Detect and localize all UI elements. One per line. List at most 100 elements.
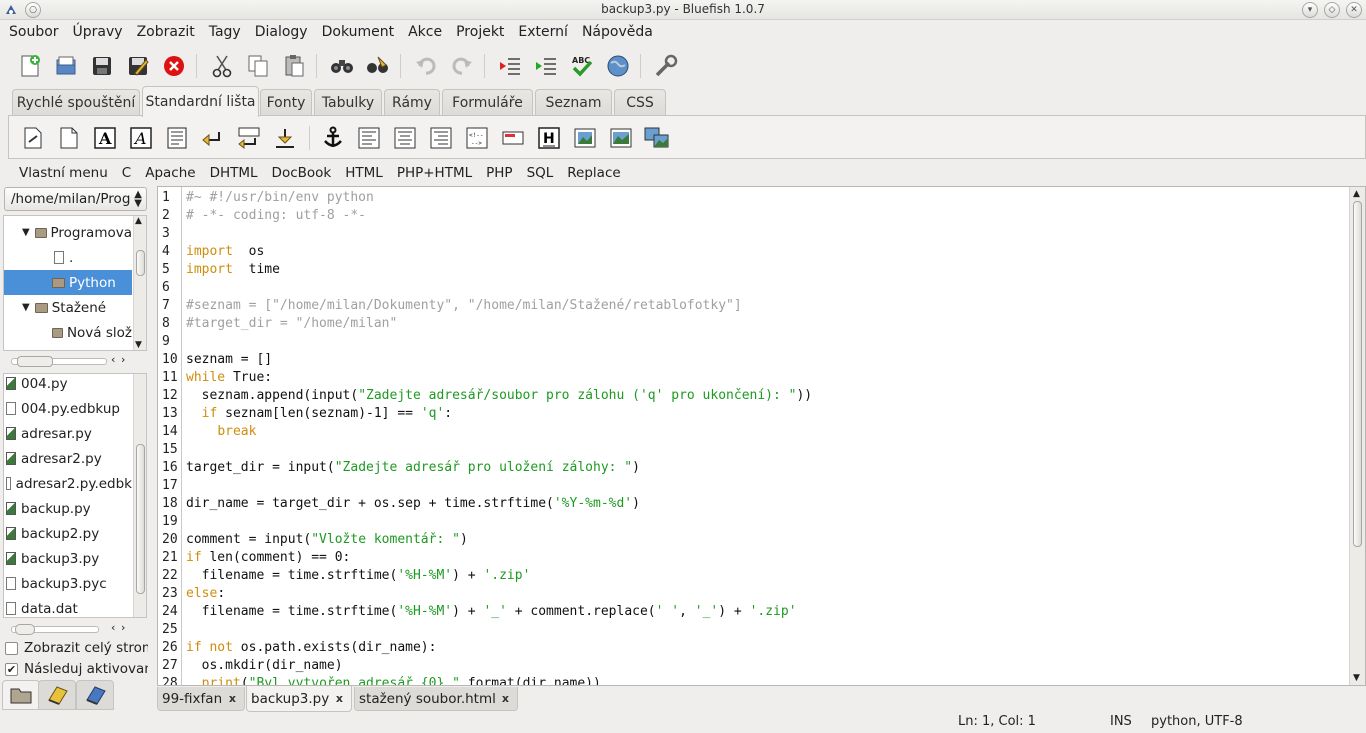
file-row[interactable]: adresar2.py.edbk [4, 471, 132, 496]
tab-seznam[interactable]: Seznam [535, 89, 612, 116]
menu-dokument[interactable]: Dokument [315, 24, 402, 40]
code-line[interactable]: filename = time.strftime('%H-%M') + '.zi… [186, 567, 531, 585]
bold-icon[interactable]: A [91, 124, 119, 152]
file-row[interactable]: backup3.pyc [4, 571, 132, 596]
close-tab-icon[interactable]: x [336, 692, 343, 705]
unindent-icon[interactable] [494, 50, 526, 82]
code-line[interactable]: filename = time.strftime('%H-%M') + '_' … [186, 603, 797, 621]
close-window-button[interactable]: ✕ [1346, 2, 1362, 18]
custom-menu-php-html[interactable]: PHP+HTML [390, 165, 479, 181]
tab-ramy[interactable]: Rámy [384, 89, 440, 116]
align-center-icon[interactable] [391, 124, 419, 152]
editor-vertical-scrollbar[interactable]: ▲ ▼ [1349, 187, 1365, 685]
code-line[interactable]: if seznam[len(seznam)-1] == 'q': [186, 405, 452, 423]
undo-icon[interactable] [410, 50, 442, 82]
code-line[interactable]: target_dir = input("Zadejte adresář pro … [186, 459, 640, 477]
save-as-icon[interactable] [122, 50, 154, 82]
spellcheck-icon[interactable]: ABC [566, 50, 598, 82]
filebrowser-tab[interactable] [2, 680, 40, 710]
expander-icon[interactable]: ▼ [22, 227, 30, 238]
tab-formulare[interactable]: Formuláře [442, 89, 533, 116]
menu-tagy[interactable]: Tagy [202, 24, 248, 40]
preferences-icon[interactable] [650, 50, 682, 82]
custom-menu-dhtml[interactable]: DHTML [203, 165, 265, 181]
heading-icon[interactable]: H [535, 124, 563, 152]
code-line[interactable]: #target_dir = "/home/milan" [186, 315, 397, 333]
scroll-left-icon[interactable]: ‹ [111, 621, 115, 634]
multi-thumbnail-icon[interactable] [643, 124, 671, 152]
scroll-right-icon[interactable]: › [121, 621, 125, 634]
open-icon[interactable] [50, 50, 82, 82]
custom-menu-docbook[interactable]: DocBook [265, 165, 339, 181]
close-tab-icon[interactable]: x [229, 692, 236, 705]
code-line[interactable]: if not os.path.exists(dir_name): [186, 639, 436, 657]
find-icon[interactable] [326, 50, 358, 82]
cut-icon[interactable] [206, 50, 238, 82]
new-file-icon[interactable] [14, 50, 46, 82]
menu-upravy[interactable]: Úpravy [66, 24, 130, 40]
minimize-button[interactable]: ▾ [1302, 2, 1318, 18]
close-icon[interactable] [158, 50, 190, 82]
show-full-tree-checkbox[interactable] [5, 642, 18, 655]
code-line[interactable]: else: [186, 585, 225, 603]
file-list-horizontal-scrollbar[interactable]: ‹ › [3, 621, 147, 637]
custom-menu-c[interactable]: C [115, 165, 138, 181]
scroll-right-icon[interactable]: › [121, 353, 125, 366]
email-icon[interactable] [499, 124, 527, 152]
tab-css[interactable]: CSS [614, 89, 666, 116]
code-line[interactable]: os.mkdir(dir_name) [186, 657, 343, 675]
file-row[interactable]: 004.py.edbkup [4, 396, 132, 421]
scroll-thumb[interactable] [17, 356, 53, 367]
scroll-thumb[interactable] [136, 444, 145, 594]
code-line[interactable]: #~ #!/usr/bin/env python [186, 189, 374, 207]
break-clear-icon[interactable] [235, 124, 263, 152]
menu-externi[interactable]: Externí [511, 24, 575, 40]
menu-zobrazit[interactable]: Zobrazit [130, 24, 202, 40]
replace-icon[interactable] [362, 50, 394, 82]
tree-row[interactable]: . [4, 245, 132, 270]
reference-tab[interactable] [76, 680, 114, 710]
doc-tab-backup3[interactable]: backup3.py x [246, 686, 352, 712]
menu-akce[interactable]: Akce [401, 24, 449, 40]
scroll-left-icon[interactable]: ‹ [111, 353, 115, 366]
file-row[interactable]: backup.py [4, 496, 132, 521]
file-row[interactable]: backup3.py [4, 546, 132, 571]
anchor-icon[interactable] [319, 124, 347, 152]
redo-icon[interactable] [446, 50, 478, 82]
custom-menu-replace[interactable]: Replace [560, 165, 627, 181]
copy-icon[interactable] [242, 50, 274, 82]
file-row[interactable]: adresar2.py [4, 446, 132, 471]
indent-icon[interactable] [530, 50, 562, 82]
code-line[interactable]: comment = input("Vložte komentář: ") [186, 531, 468, 549]
paste-icon[interactable] [278, 50, 310, 82]
tree-horizontal-scrollbar[interactable]: ‹ › [3, 353, 147, 369]
code-line[interactable]: while True: [186, 369, 272, 387]
file-row[interactable]: 004.py [4, 374, 132, 396]
code-line[interactable]: break [186, 423, 256, 441]
align-left-icon[interactable] [355, 124, 383, 152]
tab-tabulky[interactable]: Tabulky [314, 89, 382, 116]
expander-icon[interactable]: ▼ [22, 302, 30, 313]
menu-dialogy[interactable]: Dialogy [248, 24, 315, 40]
code-line[interactable]: import os [186, 243, 264, 261]
menu-napoveda[interactable]: Nápověda [575, 24, 660, 40]
close-tab-icon[interactable]: x [502, 692, 509, 705]
body-icon[interactable] [55, 124, 83, 152]
code-line[interactable]: dir_name = target_dir + os.sep + time.st… [186, 495, 640, 513]
doc-tab-99-fixfan[interactable]: 99-fixfan x [157, 687, 245, 711]
scroll-thumb[interactable] [1353, 201, 1362, 547]
scroll-thumb[interactable] [15, 624, 35, 635]
nbsp-icon[interactable] [271, 124, 299, 152]
tab-standardni-lista[interactable]: Standardní lišta [142, 86, 259, 117]
code-line[interactable]: #seznam = ["/home/milan/Dokumenty", "/ho… [186, 297, 742, 315]
italic-icon[interactable]: A [127, 124, 155, 152]
file-row[interactable]: backup2.py [4, 521, 132, 546]
scroll-up-icon[interactable]: ▲ [135, 216, 142, 226]
file-row[interactable]: data.dat [4, 596, 132, 617]
bookmarks-tab[interactable] [38, 680, 76, 710]
code-line[interactable]: if len(comment) == 0: [186, 549, 350, 567]
align-right-icon[interactable] [427, 124, 455, 152]
image-icon[interactable] [571, 124, 599, 152]
menu-soubor[interactable]: Soubor [2, 24, 66, 40]
comment-icon[interactable]: <!-- --> [463, 124, 491, 152]
